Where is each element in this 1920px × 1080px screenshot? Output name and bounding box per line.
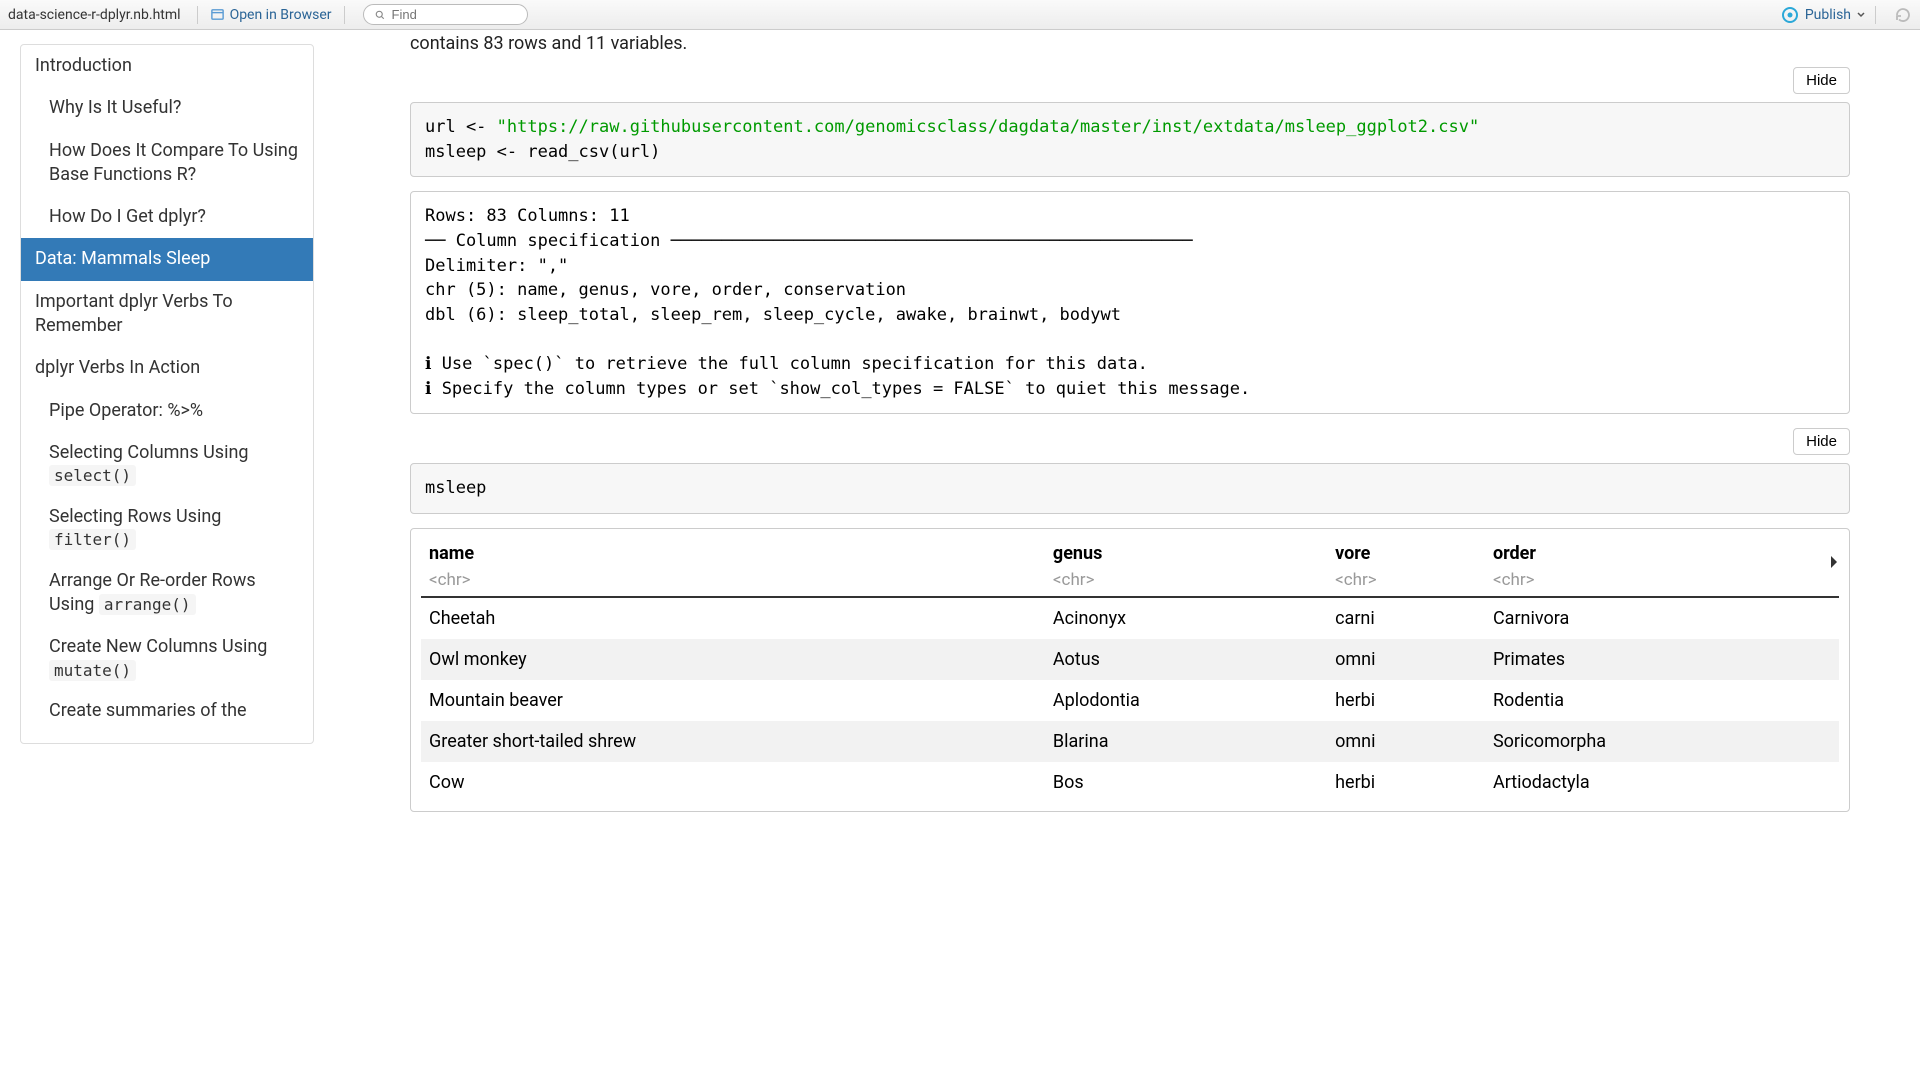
toc-sidebar[interactable]: IntroductionWhy Is It Useful?How Does It… — [20, 44, 314, 744]
hide-button[interactable]: Hide — [1793, 428, 1850, 455]
column-header: genus — [1045, 537, 1327, 564]
output-block: Rows: 83 Columns: 11 ── Column specifica… — [410, 191, 1850, 414]
find-input[interactable] — [392, 7, 512, 22]
toc-item[interactable]: Selecting Columns Using select() — [21, 432, 313, 496]
table-next-icon[interactable] — [1829, 555, 1839, 569]
toc-item[interactable]: How Do I Get dplyr? — [21, 196, 313, 238]
table-row: Greater short-tailed shrewBlarinaomniSor… — [421, 721, 1839, 762]
hide-button[interactable]: Hide — [1793, 67, 1850, 94]
table-row: Owl monkeyAotusomniPrimates — [421, 639, 1839, 680]
intro-text: contains 83 rows and 11 variables. — [410, 30, 1850, 57]
toc-item[interactable]: Pipe Operator: %>% — [21, 390, 313, 432]
search-icon — [374, 9, 386, 21]
toc-item[interactable]: Arrange Or Re-order Rows Using arrange() — [21, 560, 313, 627]
column-header: vore — [1327, 537, 1485, 564]
browser-icon — [210, 7, 225, 22]
content-area[interactable]: contains 83 rows and 11 variables. Hide … — [320, 30, 1920, 1080]
toolbar: data-science-r-dplyr.nb.html Open in Bro… — [0, 0, 1920, 30]
table-row: Mountain beaverAplodontiaherbiRodentia — [421, 680, 1839, 721]
column-header: order — [1485, 537, 1839, 564]
toc-item[interactable]: dplyr Verbs In Action — [21, 347, 313, 389]
publish-button[interactable]: Publish — [1781, 6, 1865, 24]
column-header: name — [421, 537, 1045, 564]
reload-icon[interactable] — [1894, 6, 1912, 24]
code-block: msleep — [410, 463, 1850, 514]
code-block: url <- "https://raw.githubusercontent.co… — [410, 102, 1850, 177]
toc-item[interactable]: Why Is It Useful? — [21, 87, 313, 129]
toc-item[interactable]: Create summaries of the — [21, 690, 313, 732]
publish-icon — [1781, 6, 1799, 24]
toc-item[interactable]: Create New Columns Using mutate() — [21, 626, 313, 690]
filename: data-science-r-dplyr.nb.html — [8, 7, 181, 23]
toc-item[interactable]: Introduction — [21, 45, 313, 87]
open-in-browser-button[interactable]: Open in Browser — [204, 5, 338, 25]
toc-item[interactable]: Important dplyr Verbs To Remember — [21, 281, 313, 348]
find-box[interactable] — [363, 4, 528, 25]
table-row: CheetahAcinonyxcarniCarnivora — [421, 597, 1839, 639]
toc-item[interactable]: How Does It Compare To Using Base Functi… — [21, 130, 313, 197]
toc-item[interactable]: Selecting Rows Using filter() — [21, 496, 313, 560]
toc-item[interactable]: Data: Mammals Sleep — [21, 238, 313, 280]
table-row: CowBosherbiArtiodactyla — [421, 762, 1839, 803]
data-table: namegenusvoreorder<chr><chr><chr><chr> C… — [410, 528, 1850, 812]
chevron-down-icon — [1857, 11, 1865, 19]
